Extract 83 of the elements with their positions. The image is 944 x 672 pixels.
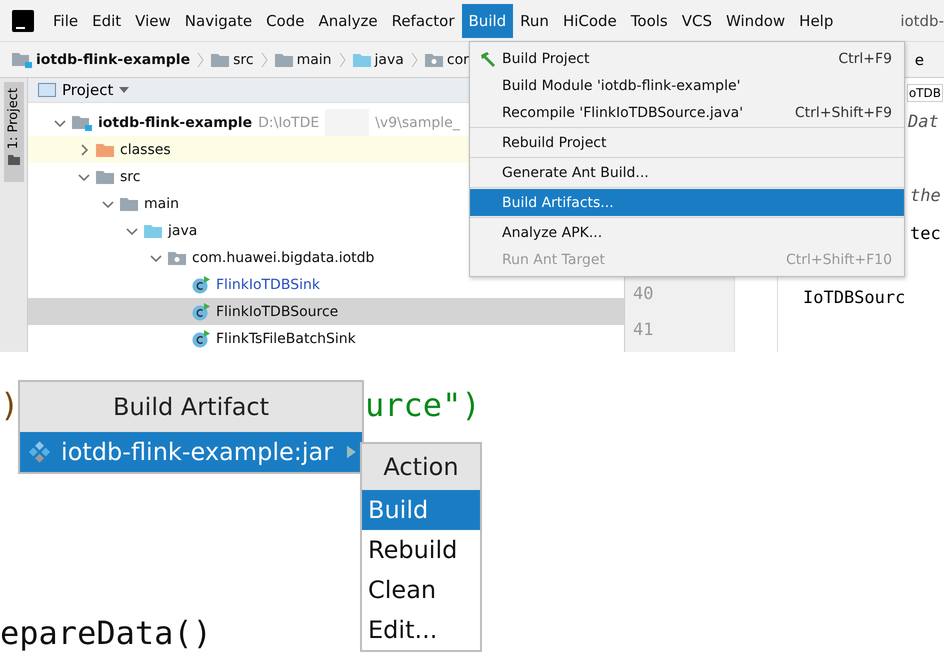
class-icon xyxy=(192,276,210,294)
package-folder-icon xyxy=(424,52,443,66)
tree-item-label: java xyxy=(168,222,198,238)
popup-title: Build Artifact xyxy=(20,382,362,432)
code-text: the xyxy=(910,186,941,206)
folder-icon xyxy=(274,52,293,66)
window-title: iotdb- xyxy=(900,12,944,30)
folder-icon xyxy=(120,196,138,210)
folder-icon xyxy=(8,155,20,166)
breadcrumb[interactable]: main xyxy=(274,52,332,68)
folder-icon xyxy=(211,52,230,66)
tree-row[interactable]: FlinkIoTDBSource xyxy=(28,298,624,325)
artifact-icon xyxy=(28,439,52,465)
code-text: ) xyxy=(0,386,20,424)
panel-title[interactable]: Project xyxy=(62,81,114,99)
tree-item-label: com.huawei.bigdata.iotdb xyxy=(192,250,374,266)
breadcrumb[interactable]: cor xyxy=(424,52,469,68)
menu-item[interactable]: View xyxy=(128,4,178,38)
class-icon xyxy=(192,302,210,320)
menu-item[interactable]: Analyze xyxy=(311,4,385,38)
code-text: Dat xyxy=(908,112,939,132)
menu-item[interactable]: HiCode xyxy=(556,4,624,38)
side-tab[interactable]: 1: Project xyxy=(4,82,24,182)
menu-item[interactable]: VCS xyxy=(674,4,720,38)
tree-item-label: iotdb-flink-example xyxy=(98,114,252,130)
artifact-item[interactable]: iotdb-flink-example:jar xyxy=(20,432,362,472)
menu-item[interactable]: Help xyxy=(792,4,840,38)
dropdown-caret-icon[interactable] xyxy=(119,87,130,93)
tree-row[interactable]: FlinkIoTDBSink xyxy=(28,271,624,298)
menu-item[interactable]: File xyxy=(46,4,86,38)
project-path: \v9\sample_ xyxy=(375,114,460,130)
breadcrumb[interactable]: e xyxy=(914,50,924,68)
menu-item[interactable]: Build xyxy=(462,4,514,38)
menu-entry[interactable]: Build Artifacts... xyxy=(470,189,904,216)
code-text: IoTDBSourc xyxy=(803,288,906,308)
tree-item-label: FlinkIoTDBSink xyxy=(216,276,320,292)
menu-item[interactable]: Run xyxy=(513,4,556,38)
tree-item-label: main xyxy=(144,196,179,212)
folder-icon xyxy=(144,224,162,238)
window-icon xyxy=(38,83,56,97)
breadcrumb[interactable]: java xyxy=(352,52,404,68)
folder-icon xyxy=(96,142,114,156)
menu-entry[interactable]: Analyze APK... xyxy=(470,219,904,246)
editor-tab[interactable]: oTDB xyxy=(906,84,943,102)
folder-icon xyxy=(352,52,371,66)
code-text: epareData() xyxy=(0,614,212,652)
tree-item-label: FlinkTsFileBatchSink xyxy=(216,330,356,346)
code-text: tec xyxy=(910,224,941,244)
menu-item[interactable]: Edit xyxy=(85,4,128,38)
project-path: D:\IoTDE xyxy=(258,114,320,130)
tree-row[interactable]: FlinkTsFileBatchSink xyxy=(28,325,624,352)
menu-entry[interactable]: Build Project Ctrl+F9 xyxy=(470,45,904,72)
code-text: urce") xyxy=(365,386,481,424)
menu-item[interactable]: Window xyxy=(719,4,792,38)
menu-entry[interactable]: Build Module 'iotdb-flink-example' xyxy=(470,72,904,99)
line-number: 41 xyxy=(633,320,654,342)
hammer-icon xyxy=(479,50,497,66)
folder-icon xyxy=(96,170,114,184)
tree-item-label: src xyxy=(120,168,140,184)
module-folder-icon xyxy=(72,114,92,130)
chevron-separator-icon xyxy=(410,52,418,68)
breadcrumb[interactable]: iotdb-flink-example xyxy=(12,52,190,68)
menu-item[interactable]: Tools xyxy=(624,4,675,38)
chevron-separator-icon xyxy=(338,52,346,68)
chevron-separator-icon xyxy=(197,52,204,68)
app-logo-icon xyxy=(12,10,34,32)
chevron-separator-icon xyxy=(260,52,268,68)
package-folder-icon xyxy=(168,250,186,264)
menu-entry[interactable]: Rebuild Project xyxy=(470,129,904,156)
redaction-block xyxy=(325,109,370,136)
menu-entry[interactable]: Generate Ant Build... xyxy=(470,159,904,186)
menu-item[interactable]: Refactor xyxy=(384,4,462,38)
menu-item[interactable]: Code xyxy=(259,4,312,38)
line-number: 40 xyxy=(633,284,654,306)
class-icon xyxy=(192,330,210,348)
action-item[interactable]: Build xyxy=(362,490,480,530)
tree-item-label: classes xyxy=(120,142,171,158)
menu-item[interactable]: Navigate xyxy=(178,4,260,38)
breadcrumb[interactable]: src xyxy=(211,52,254,68)
tree-item-label: FlinkIoTDBSource xyxy=(216,304,338,320)
menu-entry[interactable]: Recompile 'FlinkIoTDBSource.java' Ctrl+Shift+F9 xyxy=(470,99,904,126)
module-folder-icon xyxy=(12,52,32,68)
popup-title: Action xyxy=(362,444,480,490)
